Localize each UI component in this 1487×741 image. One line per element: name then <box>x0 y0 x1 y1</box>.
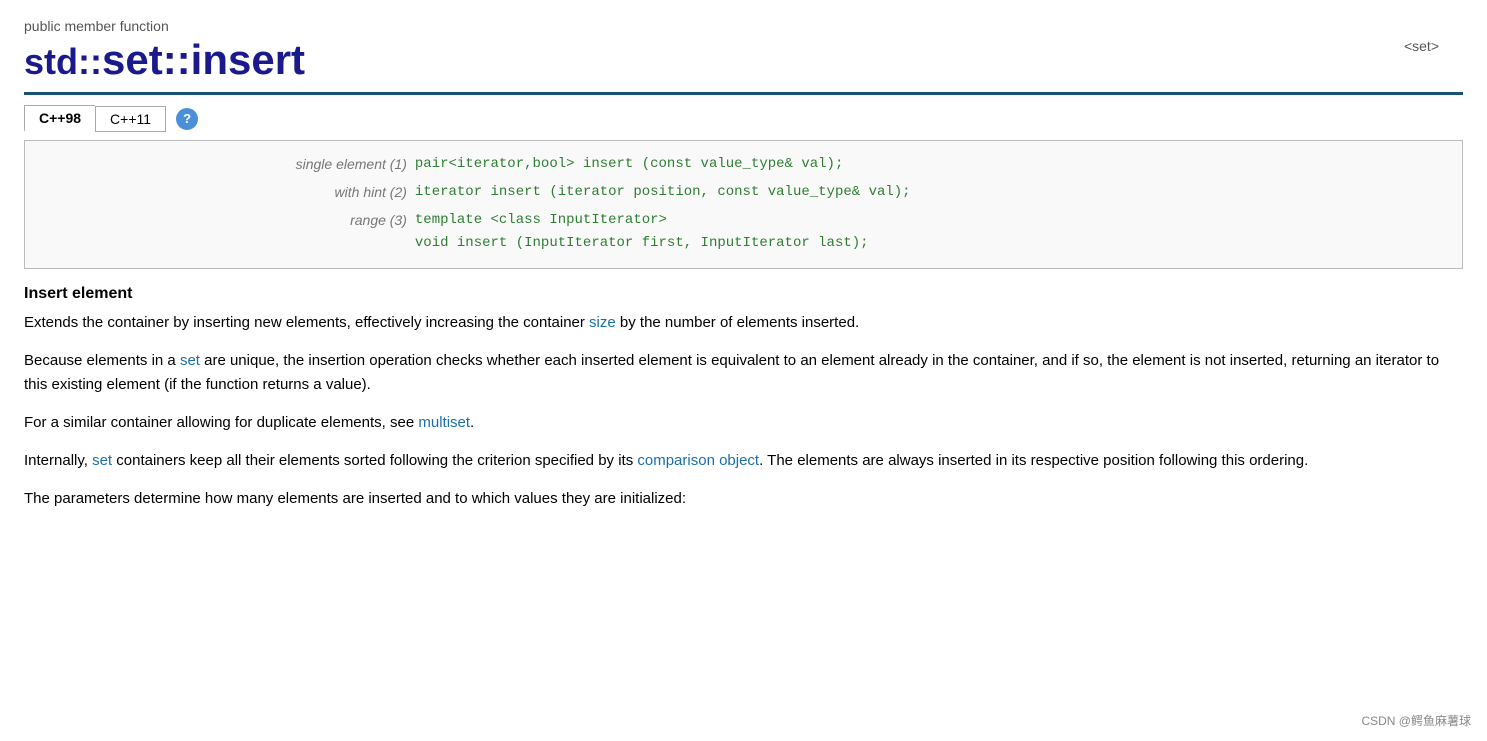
help-icon[interactable]: ? <box>176 108 198 130</box>
para4-link-comparison[interactable]: comparison object <box>637 452 759 469</box>
para3-link-multiset[interactable]: multiset <box>418 414 470 431</box>
para5-text: The parameters determine how many elemen… <box>24 490 686 507</box>
code-label-1: single element (1) <box>41 151 411 179</box>
para4-text1: Internally, <box>24 452 92 469</box>
title-fn-name: set::insert <box>102 36 305 83</box>
para4-text3: . The elements are always inserted in it… <box>759 452 1308 469</box>
title-divider <box>24 92 1463 95</box>
set-nav-link[interactable]: <set> <box>1404 38 1439 54</box>
title-std-prefix: std:: <box>24 41 102 82</box>
code-row-3: range (3) template <class InputIterator>… <box>41 207 1446 259</box>
code-row-2: with hint (2) iterator insert (iterator … <box>41 179 1446 207</box>
code-label-2: with hint (2) <box>41 179 411 207</box>
section-heading: Insert element <box>24 285 1463 303</box>
code-line2: void insert (InputIterator first, InputI… <box>415 235 869 251</box>
paragraph-3: For a similar container allowing for dup… <box>24 411 1463 435</box>
code-signature-box: single element (1) pair<iterator,bool> i… <box>24 140 1463 269</box>
para2-text2: are unique, the insertion operation chec… <box>24 352 1439 393</box>
code-content-1: pair<iterator,bool> insert (const value_… <box>411 151 1446 179</box>
para4-text2: containers keep all their elements sorte… <box>112 452 637 469</box>
tabs-container: C++98 C++11 ? <box>24 105 1463 132</box>
public-member-label: public member function <box>24 18 1463 34</box>
para2-link-set[interactable]: set <box>180 352 200 369</box>
paragraph-5: The parameters determine how many elemen… <box>24 487 1463 511</box>
paragraph-2: Because elements in a set are unique, th… <box>24 349 1463 397</box>
watermark: CSDN @鳄鱼麻薯球 <box>1361 712 1471 729</box>
code-row-1: single element (1) pair<iterator,bool> i… <box>41 151 1446 179</box>
para4-link-set[interactable]: set <box>92 452 112 469</box>
paragraph-4: Internally, set containers keep all thei… <box>24 449 1463 473</box>
title-row: <set> public member function std::set::i… <box>24 18 1463 84</box>
code-line1: template <class InputIterator> <box>415 212 667 228</box>
tab-cpp11[interactable]: C++11 <box>95 106 166 132</box>
code-content-2: iterator insert (iterator position, cons… <box>411 179 1446 207</box>
tab-cpp98[interactable]: C++98 <box>24 105 95 132</box>
code-label-3: range (3) <box>41 207 411 259</box>
para3-text1: For a similar container allowing for dup… <box>24 414 418 431</box>
para1-link-size[interactable]: size <box>589 314 616 331</box>
para1-text2: by the number of elements inserted. <box>616 314 859 331</box>
code-content-3: template <class InputIterator> void inse… <box>411 207 1446 259</box>
para2-text1: Because elements in a <box>24 352 180 369</box>
paragraph-1: Extends the container by inserting new e… <box>24 311 1463 335</box>
para3-text2: . <box>470 414 474 431</box>
page-title: std::set::insert <box>24 36 1463 84</box>
code-table: single element (1) pair<iterator,bool> i… <box>41 151 1446 258</box>
para1-text1: Extends the container by inserting new e… <box>24 314 589 331</box>
